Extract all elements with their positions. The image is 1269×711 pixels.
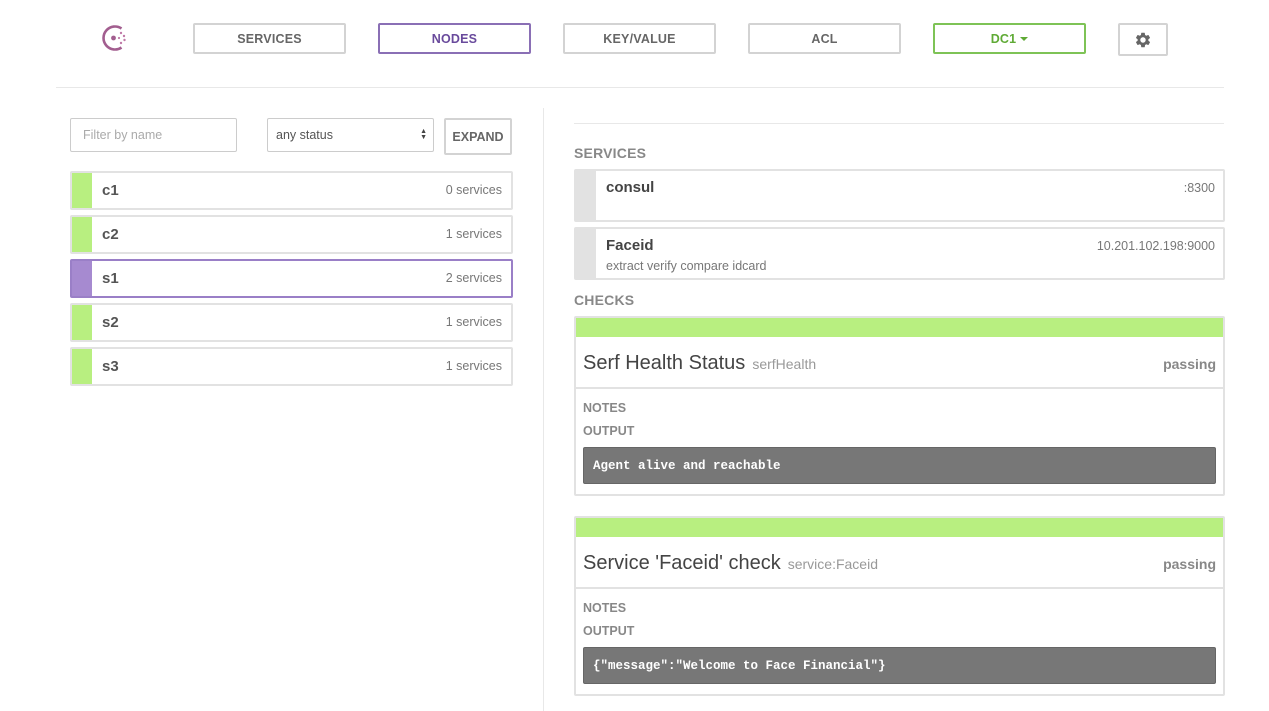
- column-divider: [543, 108, 544, 711]
- node-name: s2: [102, 314, 119, 331]
- check-status-bar: [576, 518, 1223, 537]
- output-label: OUTPUT: [583, 624, 635, 638]
- check-status: passing: [1163, 356, 1216, 372]
- node-service-count: 2 services: [445, 271, 502, 285]
- filter-by-name-input[interactable]: [70, 118, 237, 152]
- service-name: consul: [606, 179, 655, 196]
- check-header: Service 'Faceid' check service:Faceid pas…: [576, 537, 1223, 589]
- service-item-faceid[interactable]: Faceid extract verify compare idcard 10.…: [574, 227, 1225, 280]
- node-name: s3: [102, 358, 119, 375]
- node-service-count: 1 services: [445, 227, 502, 241]
- service-name: Faceid: [606, 237, 654, 254]
- node-status-bar: [72, 305, 92, 340]
- check-name: Serf Health Status: [583, 352, 746, 374]
- nav-keyvalue-button[interactable]: KEY/VALUE: [563, 23, 716, 54]
- gear-icon: [1135, 32, 1151, 47]
- nav-services-button[interactable]: SERVICES: [193, 23, 346, 54]
- expand-button[interactable]: EXPAND: [444, 118, 512, 155]
- node-item-s1[interactable]: s1 2 services: [70, 259, 513, 298]
- service-description: extract verify compare idcard: [606, 259, 767, 273]
- node-status-bar: [72, 261, 92, 296]
- check-id: serfHealth: [752, 356, 817, 372]
- nav-nodes-button[interactable]: NODES: [378, 23, 531, 54]
- check-name: Service 'Faceid' check: [583, 552, 781, 574]
- status-select[interactable]: any status ▲ ▼: [267, 118, 434, 152]
- services-heading: SERVICES: [574, 145, 647, 161]
- notes-label: NOTES: [583, 401, 627, 415]
- select-arrows-icon: ▲ ▼: [420, 128, 427, 141]
- node-item-s3[interactable]: s3 1 services: [70, 347, 513, 386]
- header-divider: [56, 87, 1224, 88]
- check-title: Service 'Faceid' check service:Faceid: [583, 552, 878, 575]
- detail-divider: [574, 123, 1224, 124]
- service-item-consul[interactable]: consul :8300: [574, 169, 1225, 222]
- node-item-c2[interactable]: c2 1 services: [70, 215, 513, 254]
- node-service-count: 1 services: [445, 315, 502, 329]
- node-status-bar: [72, 173, 92, 208]
- node-name: c2: [102, 226, 119, 243]
- check-id: service:Faceid: [787, 556, 878, 572]
- check-title: Serf Health Status serfHealth: [583, 352, 816, 375]
- node-name: s1: [102, 270, 119, 287]
- check-header: Serf Health Status serfHealth passing: [576, 337, 1223, 389]
- node-status-bar: [72, 349, 92, 384]
- datacenter-label: DC1: [990, 31, 1017, 46]
- notes-label: NOTES: [583, 601, 627, 615]
- consul-logo-icon[interactable]: [99, 22, 131, 54]
- check-card-serf-health: Serf Health Status serfHealth passing NOT…: [574, 316, 1225, 496]
- datacenter-dropdown[interactable]: DC1: [933, 23, 1086, 54]
- node-status-bar: [72, 217, 92, 252]
- checks-heading: CHECKS: [574, 292, 635, 308]
- status-select-value: any status: [276, 128, 333, 142]
- node-service-count: 1 services: [445, 359, 502, 373]
- node-service-count: 0 services: [445, 183, 502, 197]
- check-output: {"message":"Welcome to Face Financial"}: [583, 647, 1216, 684]
- nav-acl-button[interactable]: ACL: [748, 23, 901, 54]
- output-label: OUTPUT: [583, 424, 635, 438]
- node-item-s2[interactable]: s2 1 services: [70, 303, 513, 342]
- service-status-bar: [576, 229, 596, 278]
- caret-down-icon: [1020, 37, 1029, 41]
- service-address: :8300: [1183, 181, 1215, 195]
- node-item-c1[interactable]: c1 0 services: [70, 171, 513, 210]
- service-address: 10.201.102.198:9000: [1096, 239, 1215, 253]
- settings-button[interactable]: [1118, 23, 1168, 56]
- check-status: passing: [1163, 556, 1216, 572]
- service-status-bar: [576, 171, 596, 220]
- check-output: Agent alive and reachable: [583, 447, 1216, 484]
- check-status-bar: [576, 318, 1223, 337]
- check-card-service-faceid: Service 'Faceid' check service:Faceid pas…: [574, 516, 1225, 696]
- node-name: c1: [102, 182, 119, 199]
